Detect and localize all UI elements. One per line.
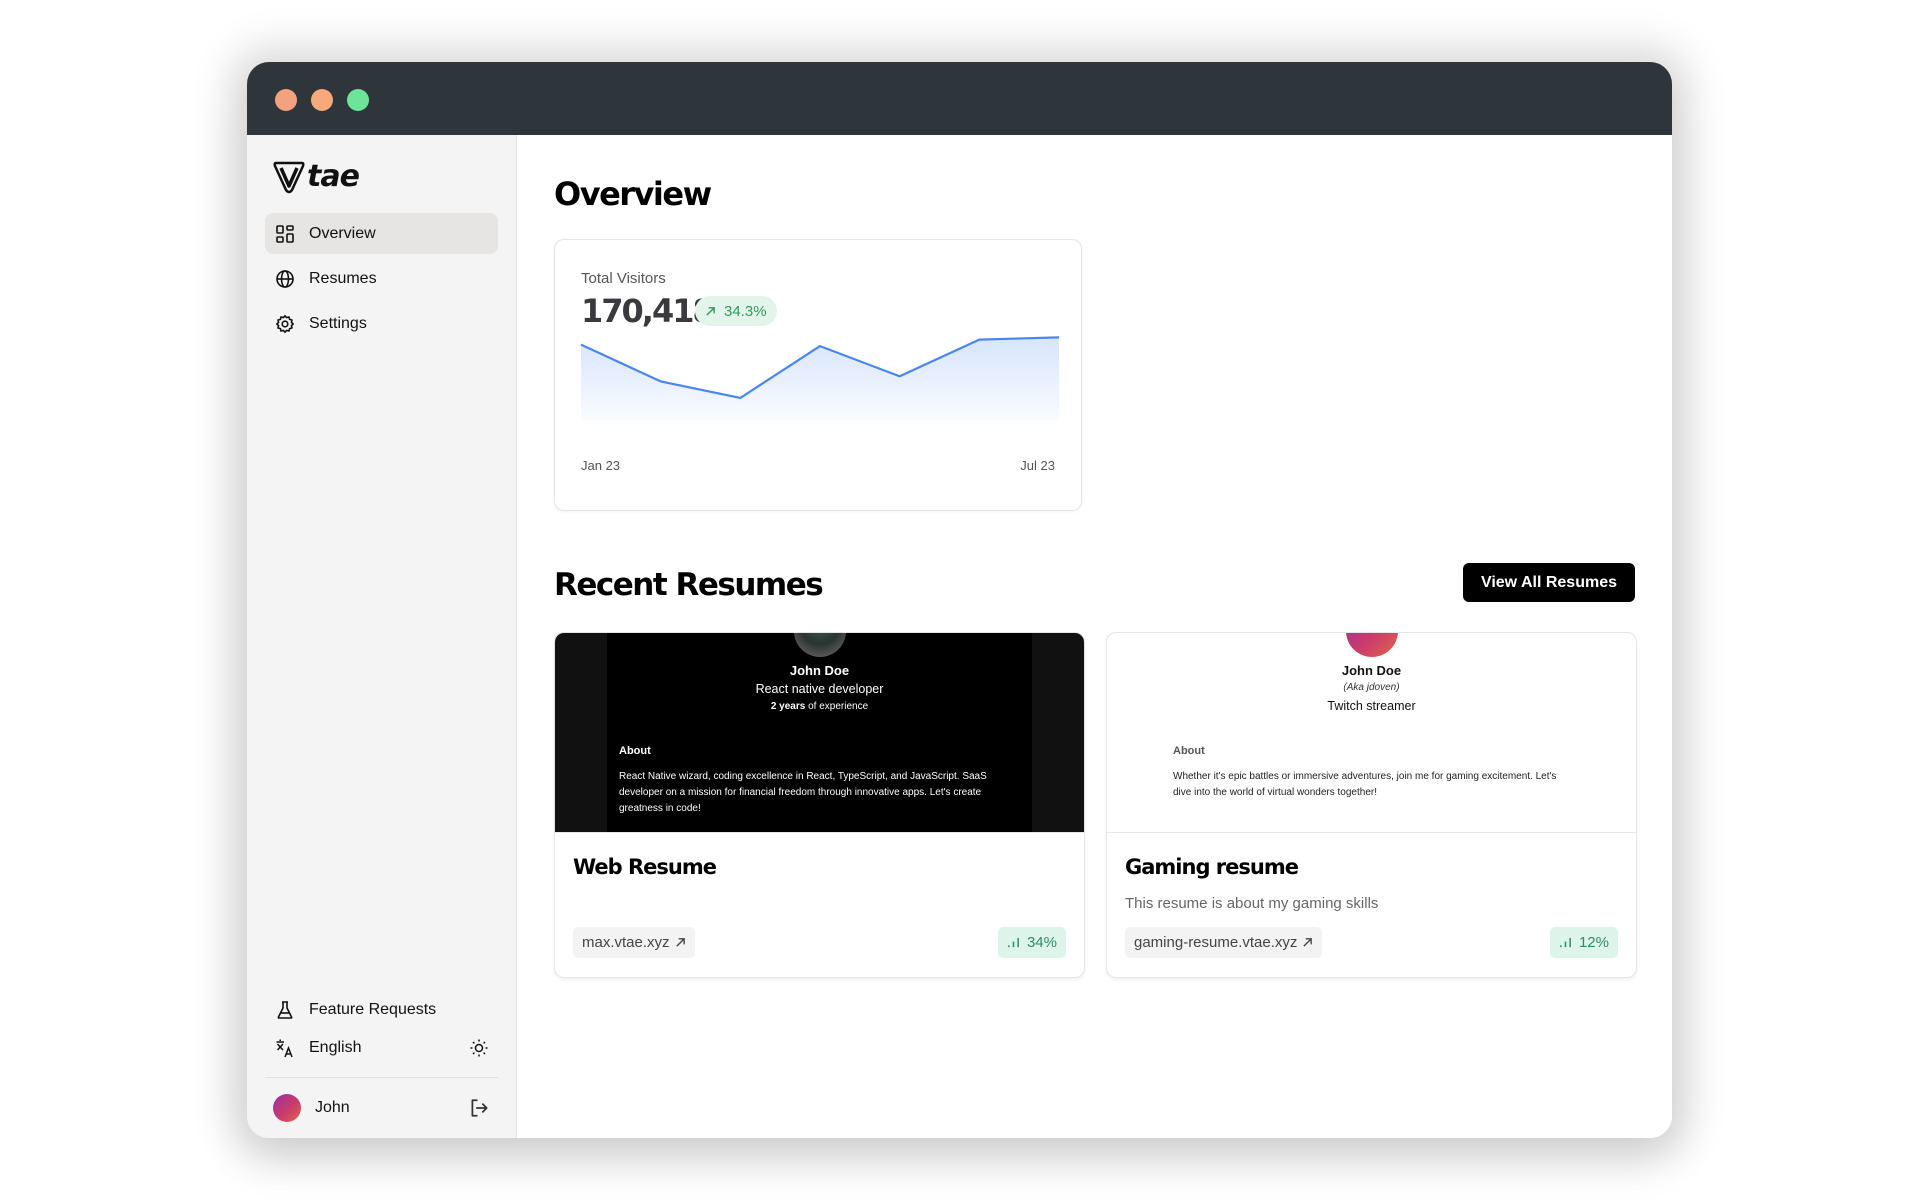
card-body: Web Resume max.vtae.xyz 34%	[555, 833, 1084, 977]
grid-icon	[276, 224, 294, 243]
window-maximize-button[interactable]	[347, 89, 369, 111]
preview-about-text: React Native wizard, coding excellence i…	[619, 771, 987, 814]
window-close-button[interactable]	[275, 89, 297, 111]
feature-requests-label: Feature Requests	[309, 1001, 437, 1018]
preview-about-heading: About	[619, 745, 651, 757]
app-window: tae Overview Resumes Settings Feature Re…	[247, 62, 1672, 1138]
sidebar-item-settings[interactable]: Settings	[265, 303, 498, 344]
resume-link[interactable]: gaming-resume.vtae.xyz	[1125, 927, 1323, 958]
sidebar-nav: Overview Resumes Settings	[265, 213, 498, 348]
external-link-icon	[675, 938, 685, 947]
window-minimize-button[interactable]	[311, 89, 333, 111]
logo-mark-icon	[273, 161, 305, 194]
sidebar-footer: Feature Requests English John	[265, 991, 498, 1138]
preview-alias: (Aka jdoven)	[1343, 682, 1400, 693]
user-profile[interactable]: John	[265, 1078, 498, 1138]
resume-title: Gaming resume	[1125, 855, 1299, 879]
theme-toggle-button[interactable]	[468, 1037, 490, 1059]
view-all-resumes-button[interactable]: View All Resumes	[1462, 563, 1635, 602]
feature-requests-link[interactable]: Feature Requests	[265, 991, 498, 1029]
globe-icon	[276, 269, 294, 288]
resume-description: This resume is about my gaming skills	[1125, 895, 1379, 912]
bar-chart-icon	[1008, 937, 1019, 948]
visitors-chart	[580, 336, 1060, 420]
preview-page: John Doe React native developer 2 years …	[607, 633, 1032, 832]
resume-link-text: gaming-resume.vtae.xyz	[1134, 934, 1298, 951]
preview-name: John Doe	[1341, 663, 1402, 678]
gear-icon	[276, 314, 294, 333]
avatar	[273, 1094, 301, 1122]
preview-avatar	[793, 633, 846, 657]
total-visitors-card: Total Visitors 170,418 34.3% Jan 23 Jul …	[554, 239, 1082, 511]
user-name: John	[315, 1099, 350, 1116]
experience-rest: of experience	[805, 701, 869, 712]
card-body: Gaming resume This resume is about my ga…	[1107, 833, 1636, 977]
preview-subtitle: Twitch streamer	[1327, 699, 1416, 713]
x-tick-label: Jul 23	[1020, 458, 1055, 473]
sun-icon	[470, 1039, 488, 1057]
resume-link-text: max.vtae.xyz	[582, 934, 670, 951]
logout-icon[interactable]	[468, 1097, 490, 1119]
title-bar	[247, 62, 1672, 135]
resume-preview: John Doe React native developer 2 years …	[555, 633, 1084, 833]
sidebar-item-overview[interactable]: Overview	[265, 213, 498, 254]
resume-card-web[interactable]: John Doe React native developer 2 years …	[554, 632, 1085, 978]
sidebar-item-label: Resumes	[309, 269, 377, 287]
flask-icon	[277, 1001, 293, 1019]
main-content: Overview Total Visitors 170,418 34.3% Ja…	[517, 135, 1672, 1138]
recent-resumes-title: Recent Resumes	[554, 567, 824, 603]
experience-years: 2 years	[770, 701, 806, 712]
preview-subtitle: React native developer	[755, 682, 884, 696]
resume-card-gaming[interactable]: John Doe (Aka jdoven) Twitch streamer Ab…	[1106, 632, 1637, 978]
language-selector[interactable]: English	[265, 1029, 498, 1067]
preview-experience: 2 years of experience	[607, 701, 1032, 712]
views-percent-badge: 12%	[1549, 927, 1618, 958]
sidebar-item-label: Overview	[309, 224, 376, 242]
preview-about-heading: About	[1173, 745, 1205, 757]
translate-icon	[276, 1039, 293, 1058]
resume-title: Web Resume	[573, 855, 717, 879]
sidebar-item-label: Settings	[309, 314, 367, 332]
preview-about-text: Whether it's epic battles or immersive a…	[1173, 771, 1557, 798]
resume-preview: John Doe (Aka jdoven) Twitch streamer Ab…	[1107, 633, 1636, 833]
sidebar-item-resumes[interactable]: Resumes	[265, 258, 498, 299]
views-percent: 12%	[1578, 934, 1609, 951]
views-percent: 34%	[1026, 934, 1057, 951]
external-link-icon	[1303, 938, 1313, 947]
preview-avatar	[1345, 633, 1398, 657]
logo-text: tae	[307, 159, 360, 194]
x-tick-label: Jan 23	[581, 458, 621, 473]
preview-name: John Doe	[789, 663, 850, 678]
resume-link[interactable]: max.vtae.xyz	[573, 927, 695, 958]
logo[interactable]: tae	[273, 159, 360, 194]
page-title: Overview	[554, 175, 712, 213]
views-percent-badge: 34%	[997, 927, 1066, 958]
sidebar: tae Overview Resumes Settings Feature Re…	[247, 135, 517, 1138]
language-label: English	[309, 1039, 362, 1056]
bar-chart-icon	[1560, 937, 1571, 948]
